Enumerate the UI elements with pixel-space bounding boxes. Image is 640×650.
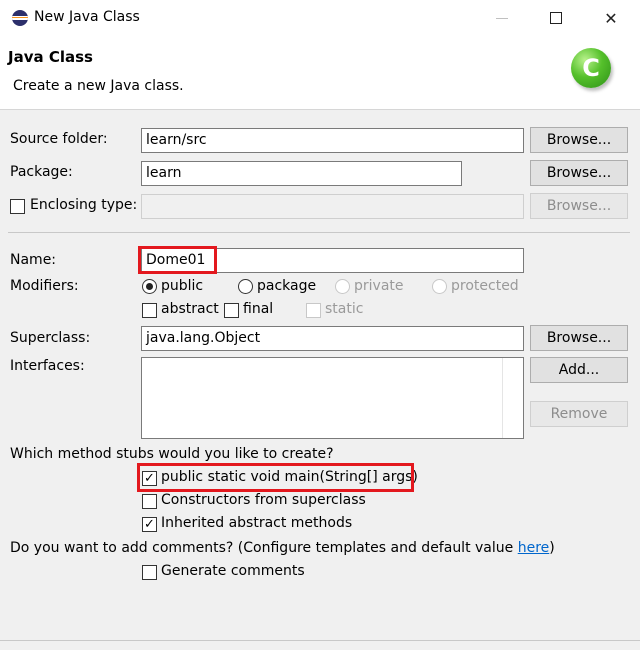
templates-link[interactable]: here bbox=[518, 540, 550, 556]
package-label: Package: bbox=[10, 164, 73, 180]
separator bbox=[8, 232, 630, 233]
class-icon-letter: C bbox=[582, 54, 600, 82]
enclosing-type-label: Enclosing type: bbox=[30, 197, 138, 213]
method-stubs-question: Which method stubs would you like to cre… bbox=[10, 446, 334, 462]
source-folder-browse-button[interactable]: Browse... bbox=[530, 127, 628, 153]
add-interface-button[interactable]: Add... bbox=[530, 357, 628, 383]
page-title: Java Class bbox=[8, 48, 93, 66]
modifier-final-checkbox[interactable] bbox=[224, 303, 239, 318]
source-folder-label: Source folder: bbox=[10, 131, 108, 147]
title-bar: New Java Class ✕ bbox=[0, 0, 640, 36]
comments-question-suffix: ) bbox=[549, 540, 555, 556]
list-divider bbox=[502, 358, 503, 438]
modifier-abstract-checkbox[interactable] bbox=[142, 303, 157, 318]
modifier-static-label: static bbox=[325, 301, 364, 317]
source-folder-input[interactable]: learn/src bbox=[141, 128, 524, 153]
close-icon: ✕ bbox=[604, 8, 618, 28]
superclass-browse-button[interactable]: Browse... bbox=[530, 325, 628, 351]
modifier-public-radio[interactable] bbox=[142, 279, 157, 294]
page-description: Create a new Java class. bbox=[13, 78, 184, 94]
comments-question: Do you want to add comments? (Configure … bbox=[10, 540, 555, 556]
maximize-button[interactable] bbox=[533, 0, 579, 36]
main-method-highlight-box bbox=[137, 463, 414, 492]
bottom-separator bbox=[0, 640, 640, 641]
constructors-label: Constructors from superclass bbox=[161, 492, 366, 508]
minimize-button[interactable] bbox=[479, 0, 525, 36]
modifier-package-radio[interactable] bbox=[238, 279, 253, 294]
constructors-checkbox[interactable] bbox=[142, 494, 157, 509]
close-button[interactable]: ✕ bbox=[588, 0, 634, 36]
check-icon: ✓ bbox=[144, 517, 155, 532]
superclass-input[interactable]: java.lang.Object bbox=[141, 326, 524, 351]
modifiers-label: Modifiers: bbox=[10, 278, 79, 294]
package-input[interactable]: learn bbox=[141, 161, 462, 186]
superclass-label: Superclass: bbox=[10, 330, 91, 346]
enclosing-type-browse-button[interactable]: Browse... bbox=[530, 193, 628, 219]
generate-comments-label: Generate comments bbox=[161, 563, 305, 579]
modifier-protected-label: protected bbox=[451, 278, 519, 294]
package-browse-button[interactable]: Browse... bbox=[530, 160, 628, 186]
dialog-header: Java Class Create a new Java class. C bbox=[0, 36, 640, 110]
generate-comments-checkbox[interactable] bbox=[142, 565, 157, 580]
modifier-private-label: private bbox=[354, 278, 404, 294]
name-label: Name: bbox=[10, 252, 57, 268]
modifier-package-label: package bbox=[257, 278, 317, 294]
modifier-private-radio[interactable] bbox=[335, 279, 350, 294]
java-class-icon: C bbox=[571, 48, 611, 88]
modifier-static-checkbox[interactable] bbox=[306, 303, 321, 318]
remove-interface-button[interactable]: Remove bbox=[530, 401, 628, 427]
inherited-methods-checkbox[interactable]: ✓ bbox=[142, 517, 157, 532]
comments-question-text: Do you want to add comments? (Configure … bbox=[10, 540, 518, 556]
window-title: New Java Class bbox=[34, 9, 140, 25]
enclosing-type-input[interactable] bbox=[141, 194, 524, 219]
eclipse-icon bbox=[12, 10, 28, 26]
modifier-abstract-label: abstract bbox=[161, 301, 219, 317]
interfaces-list[interactable] bbox=[141, 357, 524, 439]
modifier-final-label: final bbox=[243, 301, 274, 317]
minimize-icon bbox=[496, 17, 508, 19]
interfaces-label: Interfaces: bbox=[10, 358, 85, 374]
inherited-methods-label: Inherited abstract methods bbox=[161, 515, 353, 531]
enclosing-type-checkbox[interactable] bbox=[10, 199, 25, 214]
name-highlight-box bbox=[138, 246, 217, 274]
modifier-public-label: public bbox=[161, 278, 204, 294]
maximize-icon bbox=[550, 12, 562, 24]
modifier-protected-radio[interactable] bbox=[432, 279, 447, 294]
